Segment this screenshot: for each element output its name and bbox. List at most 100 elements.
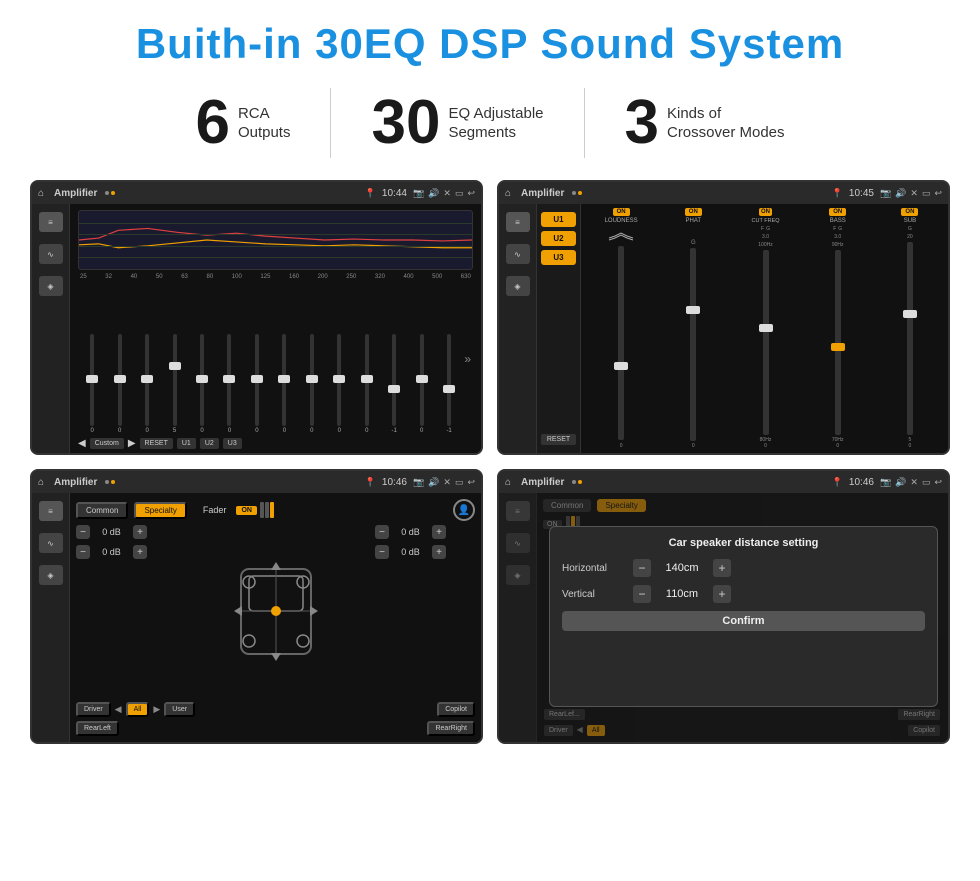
eq-track-1[interactable] <box>118 334 122 426</box>
eq-thumb-9[interactable] <box>333 375 345 383</box>
fader-minus-1[interactable]: − <box>76 525 90 539</box>
fader-left-arrow[interactable]: ◀ <box>115 704 122 715</box>
phat-thumb[interactable] <box>686 306 700 314</box>
preset-u3[interactable]: U3 <box>541 250 576 265</box>
horizontal-plus-btn[interactable]: + <box>713 559 731 577</box>
c-sidebar-speaker-icon[interactable]: ◈ <box>506 276 530 296</box>
eq-slider-10[interactable]: 0 <box>355 334 379 434</box>
eq-track-2[interactable] <box>145 334 149 426</box>
f-sidebar-eq-icon[interactable]: ≡ <box>39 501 63 521</box>
eq-slider-12[interactable]: 0 <box>409 334 433 434</box>
eq-slider-13[interactable]: -1 <box>437 334 461 434</box>
preset-u1[interactable]: U1 <box>541 212 576 227</box>
eq-slider-1[interactable]: 0 <box>107 334 131 434</box>
eq-thumb-11[interactable] <box>388 385 400 393</box>
fader-right-arrow[interactable]: ▶ <box>153 704 160 715</box>
f-back-icon[interactable]: ↩ <box>467 477 475 488</box>
confirm-button[interactable]: Confirm <box>562 611 925 631</box>
eq-slider-7[interactable]: 0 <box>272 334 296 434</box>
eq-slider-9[interactable]: 0 <box>327 334 351 434</box>
fader-plus-4[interactable]: + <box>432 545 446 559</box>
fader-plus-2[interactable]: + <box>133 545 147 559</box>
eq-u3-btn[interactable]: U3 <box>223 438 242 449</box>
f-sidebar-wave-icon[interactable]: ∿ <box>39 533 63 553</box>
eq-back-icon[interactable]: ↩ <box>467 188 475 199</box>
loudness-thumb[interactable] <box>614 362 628 370</box>
preset-u2[interactable]: U2 <box>541 231 576 246</box>
eq-sidebar-wave-icon[interactable]: ∿ <box>39 244 63 264</box>
fader-home-icon[interactable]: ⌂ <box>38 477 44 488</box>
eq-track-6[interactable] <box>255 334 259 426</box>
cutfreq-thumb[interactable] <box>759 324 773 332</box>
fader-specialty-tab[interactable]: Specialty <box>134 502 186 519</box>
sub-slider[interactable] <box>907 242 913 435</box>
eq-track-3[interactable] <box>173 334 177 426</box>
eq-track-0[interactable] <box>90 334 94 426</box>
fader-rearleft-btn[interactable]: RearLeft <box>76 721 119 736</box>
eq-custom-btn[interactable]: Custom <box>90 438 124 449</box>
c-back-icon[interactable]: ↩ <box>934 188 942 199</box>
eq-u2-btn[interactable]: U2 <box>200 438 219 449</box>
vertical-plus-btn[interactable]: + <box>713 585 731 603</box>
f-sidebar-speaker-icon[interactable]: ◈ <box>39 565 63 585</box>
eq-u1-btn[interactable]: U1 <box>177 438 196 449</box>
eq-track-4[interactable] <box>200 334 204 426</box>
cutfreq-on-btn[interactable]: ON <box>759 208 772 216</box>
eq-prev-btn[interactable]: ◀ <box>78 438 86 449</box>
eq-track-12[interactable] <box>420 334 424 426</box>
eq-reset-btn[interactable]: RESET <box>140 438 173 449</box>
eq-play-btn[interactable]: ▶ <box>128 438 136 449</box>
eq-track-5[interactable] <box>227 334 231 426</box>
eq-slider-2[interactable]: 0 <box>135 334 159 434</box>
eq-track-7[interactable] <box>282 334 286 426</box>
sub-on-btn[interactable]: ON <box>901 208 918 216</box>
fader-minus-4[interactable]: − <box>375 545 389 559</box>
eq-home-icon[interactable]: ⌂ <box>38 188 44 199</box>
eq-track-11[interactable] <box>392 334 396 426</box>
horizontal-minus-btn[interactable]: − <box>633 559 651 577</box>
eq-thumb-1[interactable] <box>114 375 126 383</box>
eq-slider-3[interactable]: 5 <box>162 334 186 434</box>
eq-slider-0[interactable]: 0 <box>80 334 104 434</box>
fader-minus-2[interactable]: − <box>76 545 90 559</box>
fader-rearright-btn[interactable]: RearRight <box>427 721 475 736</box>
phat-slider[interactable] <box>690 248 696 441</box>
eq-track-9[interactable] <box>337 334 341 426</box>
loudness-slider[interactable] <box>618 246 624 440</box>
fader-plus-1[interactable]: + <box>133 525 147 539</box>
sub-thumb[interactable] <box>903 310 917 318</box>
eq-sidebar-eq-icon[interactable]: ≡ <box>39 212 63 232</box>
eq-thumb-0[interactable] <box>86 375 98 383</box>
eq-thumb-2[interactable] <box>141 375 153 383</box>
bass-on-btn[interactable]: ON <box>829 208 846 216</box>
crossover-home-icon[interactable]: ⌂ <box>505 188 511 199</box>
eq-thumb-8[interactable] <box>306 375 318 383</box>
fader-plus-3[interactable]: + <box>432 525 446 539</box>
fader-copilot-btn[interactable]: Copilot <box>437 702 475 717</box>
fader-driver-btn[interactable]: Driver <box>76 702 111 717</box>
eq-slider-8[interactable]: 0 <box>300 334 324 434</box>
eq-track-10[interactable] <box>365 334 369 426</box>
eq-slider-5[interactable]: 0 <box>217 334 241 434</box>
bass-thumb[interactable] <box>831 343 845 351</box>
fader-on-btn[interactable]: ON <box>236 506 257 515</box>
d-back-icon[interactable]: ↩ <box>934 477 942 488</box>
eq-thumb-4[interactable] <box>196 375 208 383</box>
c-sidebar-wave-icon[interactable]: ∿ <box>506 244 530 264</box>
distance-home-icon[interactable]: ⌂ <box>505 477 511 488</box>
eq-thumb-10[interactable] <box>361 375 373 383</box>
vertical-minus-btn[interactable]: − <box>633 585 651 603</box>
eq-slider-4[interactable]: 0 <box>190 334 214 434</box>
eq-thumb-5[interactable] <box>223 375 235 383</box>
eq-sidebar-speaker-icon[interactable]: ◈ <box>39 276 63 296</box>
eq-thumb-13[interactable] <box>443 385 455 393</box>
eq-slider-11[interactable]: -1 <box>382 334 406 434</box>
fader-all-btn[interactable]: All <box>126 702 150 717</box>
eq-thumb-3[interactable] <box>169 362 181 370</box>
eq-slider-6[interactable]: 0 <box>245 334 269 434</box>
eq-thumb-7[interactable] <box>278 375 290 383</box>
fader-user-btn[interactable]: User <box>164 702 195 717</box>
eq-thumb-6[interactable] <box>251 375 263 383</box>
eq-track-13[interactable] <box>447 334 451 426</box>
fader-person-icon[interactable]: 👤 <box>453 499 475 521</box>
